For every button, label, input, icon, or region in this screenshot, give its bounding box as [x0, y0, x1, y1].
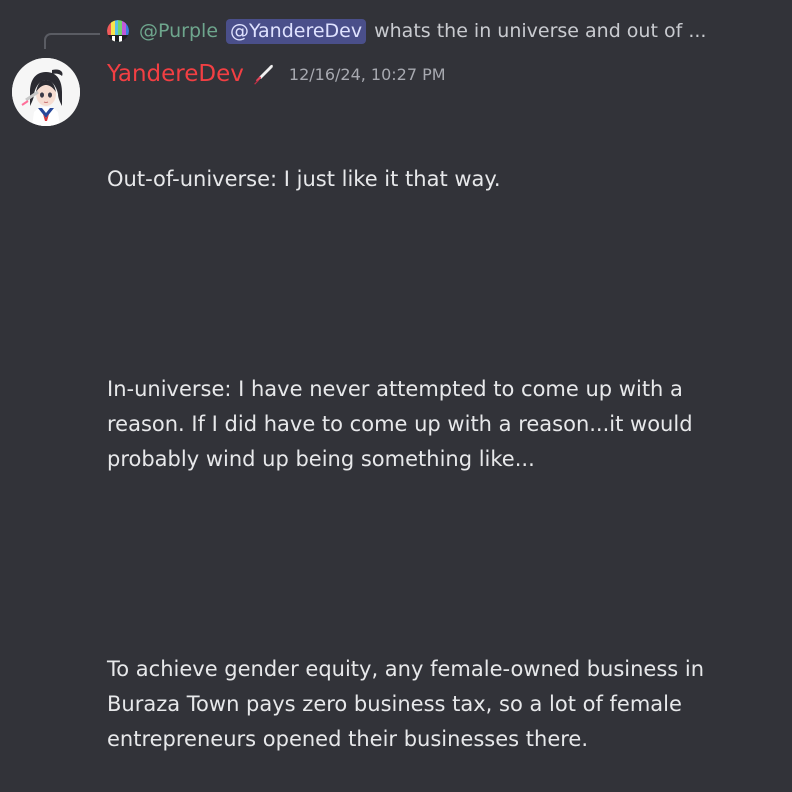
- reply-mention[interactable]: @YandereDev: [226, 18, 367, 44]
- message-paragraph: To achieve gender equity, any female-own…: [107, 657, 711, 751]
- avatar-illustration-icon: [12, 58, 80, 126]
- username[interactable]: YandereDev: [107, 61, 244, 87]
- reply-spine: [44, 33, 100, 49]
- message-content: Out-of-universe: I just like it that way…: [107, 92, 747, 792]
- reply-preview[interactable]: @Purple @YandereDev whats the in univers…: [107, 17, 706, 45]
- reply-author[interactable]: @Purple: [139, 20, 218, 42]
- katana-icon[interactable]: [252, 62, 276, 86]
- reply-avatar-icon[interactable]: [107, 20, 129, 42]
- reply-snippet[interactable]: whats the in universe and out of ...: [374, 20, 706, 42]
- message-header: YandereDev 12/16/24, 10:27 PM: [107, 57, 446, 91]
- message-paragraph: In-universe: I have never attempted to c…: [107, 377, 700, 471]
- timestamp: 12/16/24, 10:27 PM: [288, 64, 446, 84]
- message-paragraph: Out-of-universe: I just like it that way…: [107, 167, 501, 191]
- user-avatar[interactable]: [12, 58, 80, 126]
